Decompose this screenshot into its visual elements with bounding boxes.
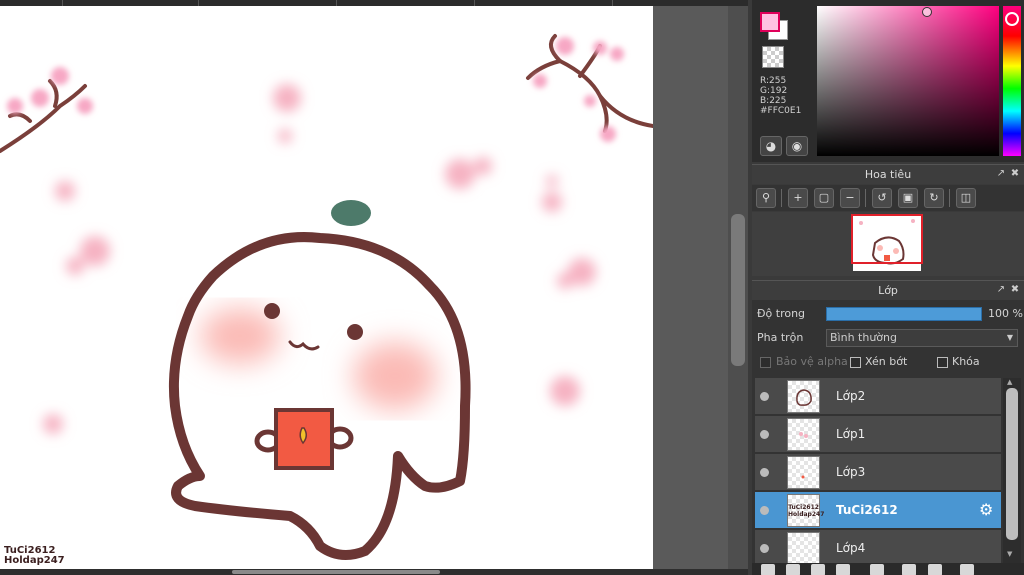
color-panel: R:255 G:192 B:225 #FFC0E1 ◕ ◉	[752, 0, 1024, 162]
settings-gear-icon[interactable]: ⚙	[979, 501, 993, 519]
blend-label: Pha trộn	[757, 331, 804, 344]
layer-name: TuCi2612	[836, 503, 898, 517]
eye-icon[interactable]	[760, 468, 769, 477]
merge-down-icon[interactable]	[928, 564, 942, 575]
new-layer-8bit-icon[interactable]	[786, 564, 800, 575]
popout-icon[interactable]: ↗	[995, 167, 1007, 181]
layer-list-scrollbar[interactable]: ▲ ▼	[1003, 378, 1021, 563]
artwork	[0, 34, 653, 560]
layer-name: Lớp2	[836, 389, 866, 403]
hue-slider-handle[interactable]	[1005, 12, 1019, 26]
new-layer-dropdown-icon[interactable]	[836, 564, 850, 575]
eye-icon[interactable]	[760, 392, 769, 401]
zoom-in-icon[interactable]: +	[788, 188, 808, 208]
blue-value: B:225	[760, 96, 787, 106]
layer-actions-bar	[752, 563, 1024, 575]
flip-horizontal-icon[interactable]: ◫	[956, 188, 976, 208]
popout-icon[interactable]: ↗	[995, 283, 1007, 297]
close-icon[interactable]: ✖	[1009, 167, 1021, 181]
layer-thumbnail-text: TuCi2612 Holdap247	[788, 504, 825, 518]
canvas-horizontal-scrollbar[interactable]	[0, 569, 748, 575]
hex-value: #FFC0E1	[760, 106, 802, 116]
blend-mode-value: Bình thường	[830, 331, 897, 344]
opacity-value: 100 %	[988, 307, 1023, 320]
new-layer-1bit-icon[interactable]	[811, 564, 825, 575]
viewport-frame[interactable]	[851, 214, 923, 264]
lock-label: Khóa	[952, 355, 980, 368]
rotate-left-icon[interactable]: ↺	[872, 188, 892, 208]
eye-icon[interactable]	[760, 430, 769, 439]
zoom-icon[interactable]: ⚲	[756, 188, 776, 208]
navigator-toolbar: ⚲ + ▢ − ↺ ▣ ↻ ◫	[752, 185, 1024, 211]
app-window: TuCi2612 Holdap247 R:255 G:192 B:225 #FF…	[0, 0, 1024, 575]
palette-icon[interactable]: ◕	[760, 136, 782, 156]
navigator-header: Hoa tiêu ↗ ✖	[752, 164, 1024, 184]
protect-alpha-checkbox[interactable]	[760, 357, 771, 368]
layer-row[interactable]: Lớp3	[755, 454, 1001, 491]
lock-checkbox[interactable]	[937, 357, 948, 368]
clipping-label: Xén bớt	[865, 355, 908, 368]
vertical-scroll-thumb[interactable]	[731, 214, 745, 366]
opacity-slider[interactable]	[826, 307, 982, 321]
horizontal-scroll-thumb[interactable]	[232, 570, 440, 574]
scroll-down-icon[interactable]: ▼	[1007, 550, 1012, 558]
reset-rotation-icon[interactable]: ▣	[898, 188, 918, 208]
red-value: R:255	[760, 76, 787, 86]
color-wheel-icon[interactable]: ◉	[786, 136, 808, 156]
layer-thumbnail	[787, 380, 820, 413]
opacity-row: Độ trong 100 %	[752, 303, 1024, 325]
clipping-checkbox[interactable]	[850, 357, 861, 368]
blend-mode-select[interactable]: Bình thường ▼	[826, 329, 1018, 347]
layer-row[interactable]: Lớp2	[755, 378, 1001, 415]
layer-thumbnail	[787, 532, 820, 563]
protect-alpha-label: Bảo vệ alpha	[776, 355, 848, 368]
layer-name: Lớp1	[836, 427, 866, 441]
layer-list-scroll-thumb[interactable]	[1006, 388, 1018, 540]
layer-name: Lớp3	[836, 465, 866, 479]
opacity-label: Độ trong	[757, 307, 806, 320]
chevron-down-icon: ▼	[1006, 333, 1013, 342]
color-values: R:255 G:192 B:225 #FFC0E1	[760, 76, 801, 116]
sv-picker-cursor[interactable]	[922, 7, 932, 17]
new-layer-icon[interactable]	[761, 564, 775, 575]
close-icon[interactable]: ✖	[1009, 283, 1021, 297]
zoom-out-icon[interactable]: −	[840, 188, 860, 208]
watermark-line-2: Holdap247	[4, 555, 65, 566]
scroll-up-icon[interactable]: ▲	[1007, 378, 1012, 386]
rotate-right-icon[interactable]: ↻	[924, 188, 944, 208]
green-value: G:192	[760, 86, 788, 96]
layer-options-row: Bảo vệ alpha Xén bớt Khóa	[752, 352, 1024, 374]
new-folder-icon[interactable]	[870, 564, 884, 575]
saturation-value-picker[interactable]	[817, 6, 999, 156]
layer-list: Lớp2 Lớp1 Lớp3 TuCi2612 Holdap247 TuCi26…	[755, 378, 1001, 563]
foreground-color-swatch[interactable]	[760, 12, 780, 32]
transparent-color-swatch[interactable]	[762, 46, 784, 68]
canvas-vertical-scrollbar[interactable]	[728, 6, 748, 569]
navigator-title: Hoa tiêu	[864, 168, 912, 181]
layers-header: Lớp ↗ ✖	[752, 280, 1024, 300]
eye-icon[interactable]	[760, 506, 769, 515]
fit-screen-icon[interactable]: ▢	[814, 188, 834, 208]
layer-thumbnail	[787, 456, 820, 489]
layers-title: Lớp	[878, 284, 898, 297]
layer-row[interactable]: Lớp4	[755, 530, 1001, 563]
duplicate-layer-icon[interactable]	[902, 564, 916, 575]
delete-layer-icon[interactable]	[960, 564, 974, 575]
layer-row[interactable]: Lớp1	[755, 416, 1001, 453]
navigator-panel: Hoa tiêu ↗ ✖ ⚲ + ▢ − ↺ ▣ ↻ ◫	[752, 164, 1024, 276]
drawing-canvas[interactable]: TuCi2612 Holdap247	[0, 6, 653, 569]
layers-panel: Lớp ↗ ✖ Độ trong 100 % Pha trộn Bình thư…	[752, 280, 1024, 575]
layer-thumbnail: TuCi2612 Holdap247	[787, 494, 824, 527]
eye-icon[interactable]	[760, 544, 769, 553]
hue-slider[interactable]	[1003, 6, 1021, 156]
layer-row-selected[interactable]: TuCi2612 Holdap247 TuCi2612 ⚙	[755, 492, 1001, 529]
layer-thumbnail	[787, 418, 820, 451]
watermark: TuCi2612 Holdap247	[4, 546, 65, 566]
navigator-preview[interactable]	[752, 212, 1024, 276]
canvas-area[interactable]: TuCi2612 Holdap247	[0, 6, 748, 569]
layer-name: Lớp4	[836, 541, 866, 555]
blend-row: Pha trộn Bình thường ▼	[752, 327, 1024, 349]
